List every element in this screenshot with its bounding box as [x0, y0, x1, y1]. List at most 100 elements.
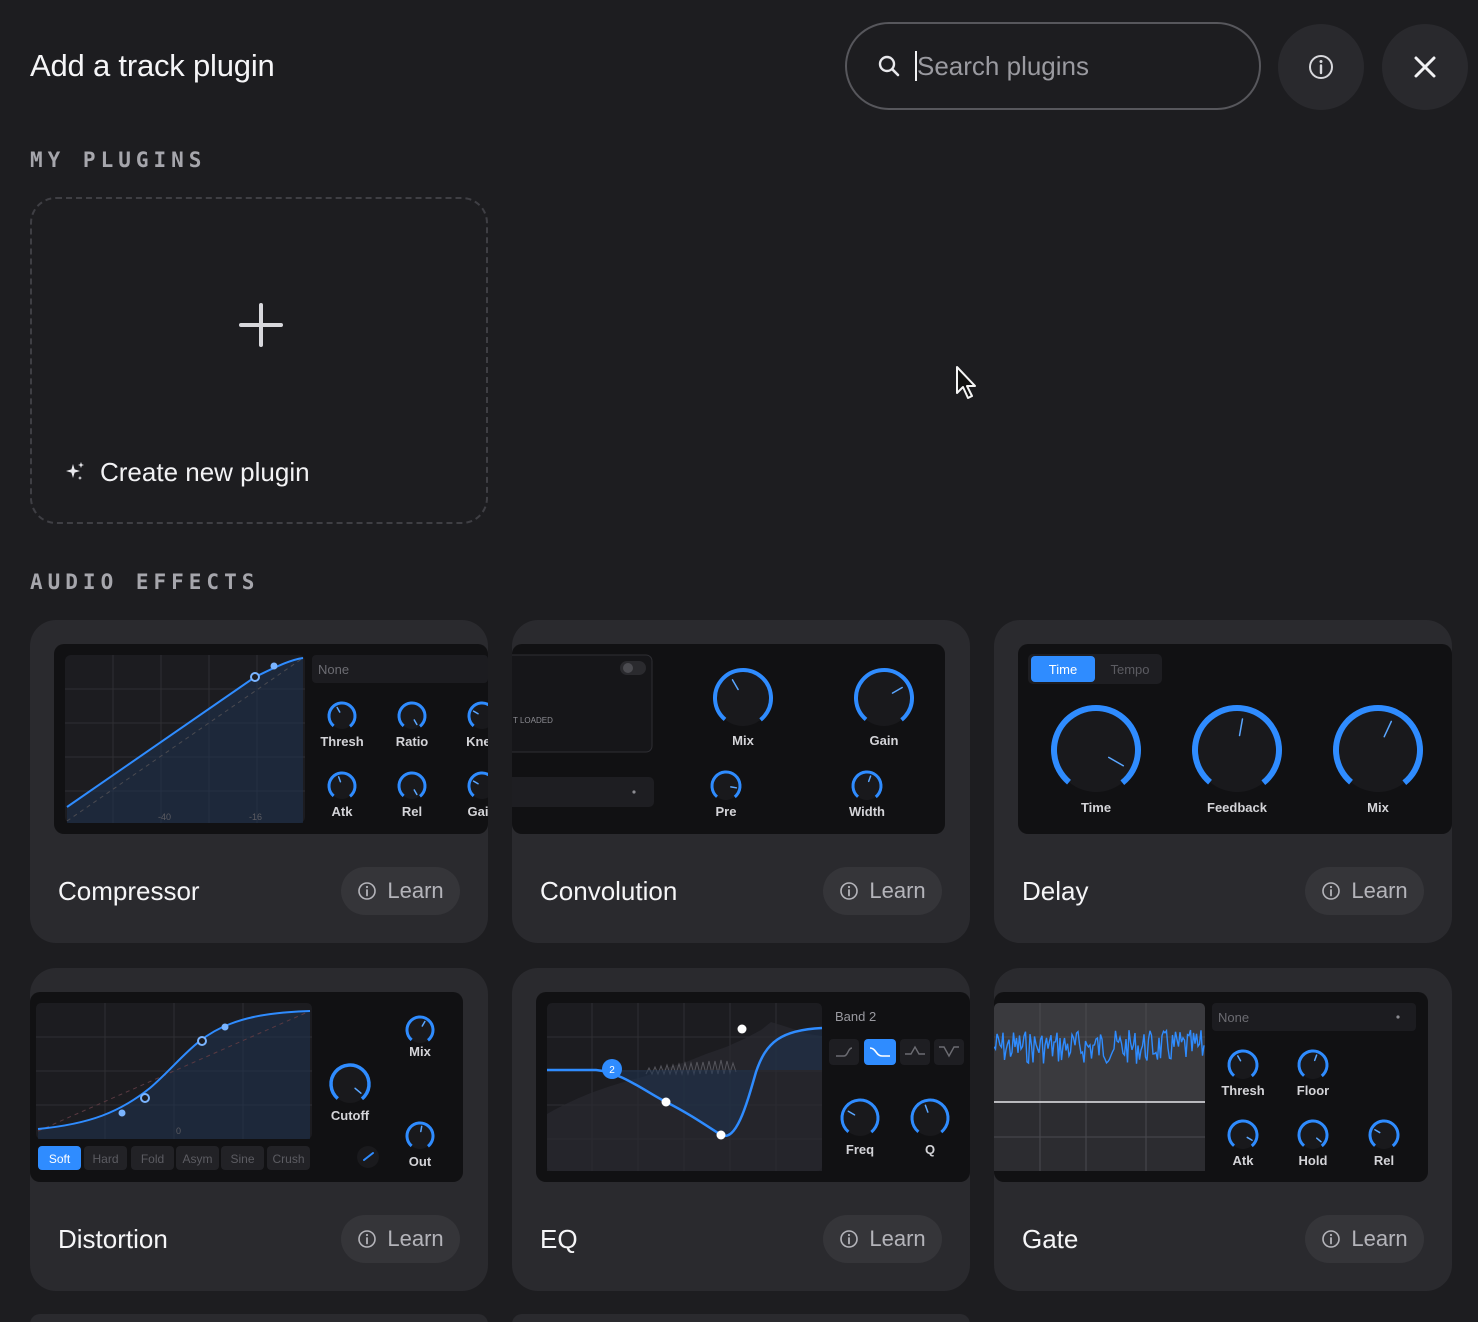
create-plugin-card[interactable]: Create new plugin — [30, 197, 488, 524]
page-title: Add a track plugin — [30, 48, 275, 83]
compressor-preview: -40 -16 None Thresh Ratio Knee Atk Rel Gain — [54, 644, 488, 834]
plugin-card-convolution[interactable]: T LOADED Mix Gain Pre Width Convolution Lea… — [512, 620, 970, 943]
learn-button-distortion[interactable]: Learn — [341, 1215, 460, 1263]
close-button[interactable] — [1382, 24, 1468, 110]
plugin-card-compressor[interactable]: -40 -16 None Thresh Ratio Knee Atk Rel Gain C… — [30, 620, 488, 943]
knob[interactable] — [464, 698, 488, 735]
distortion-mode-label: Soft — [49, 1152, 71, 1166]
eq-band-label: Band 2 — [835, 1009, 876, 1024]
plugin-name: EQ — [540, 1224, 578, 1254]
knob-label: Q — [925, 1142, 935, 1157]
learn-label: Learn — [387, 878, 444, 903]
knob[interactable] — [905, 1093, 956, 1144]
search-field[interactable]: Search plugins — [845, 22, 1261, 110]
knob-label: Floor — [1297, 1083, 1330, 1098]
delay-tab-tempo: Tempo — [1110, 662, 1149, 677]
close-icon — [1414, 56, 1436, 78]
section-heading-my-plugins: MY PLUGINS — [30, 148, 207, 172]
knob-label: Hold — [1299, 1153, 1328, 1168]
knob[interactable] — [1223, 1045, 1262, 1084]
knob[interactable] — [394, 768, 431, 805]
knob-label: Atk — [1233, 1153, 1255, 1168]
knob[interactable] — [324, 698, 361, 735]
knob-label: Mix — [409, 1044, 431, 1059]
compressor-tick-label: -16 — [249, 812, 262, 822]
plugin-card-delay[interactable]: Time Tempo Time Feedback Mix Delay Learn — [994, 620, 1452, 943]
knob[interactable] — [847, 766, 886, 805]
knob-label: Atk — [332, 804, 354, 819]
knob[interactable] — [402, 1012, 439, 1049]
knob-indicator — [420, 1125, 423, 1133]
knob-label: Gain — [468, 804, 488, 819]
knob[interactable] — [1178, 691, 1296, 809]
sparkle-icon — [66, 462, 84, 480]
search-input[interactable]: Search plugins — [917, 51, 1089, 82]
plugin-card-eq[interactable]: 2 Band 2 Freq Q EQ Learn — [512, 968, 970, 1291]
plugin-card-partial — [30, 1314, 488, 1322]
knob[interactable] — [706, 766, 745, 805]
plugin-card-distortion[interactable]: 0 Soft Hard Fold Asym Sine Crush Cutoff Mix Out… — [30, 968, 488, 1291]
plugin-card-partial — [512, 1314, 970, 1322]
knob-label: Out — [409, 1154, 432, 1169]
compressor-preset-select: None — [318, 662, 349, 677]
distortion-tick-label: 0 — [176, 1126, 181, 1136]
distortion-mode-label: Asym — [183, 1152, 213, 1166]
info-icon — [840, 1230, 859, 1248]
gate-preview: None Thresh Floor Atk Hold Rel — [994, 992, 1428, 1182]
plugin-name: Gate — [1022, 1224, 1079, 1254]
learn-label: Learn — [1351, 878, 1408, 903]
mouse-pointer-icon — [956, 366, 976, 399]
delay-preview: Time Tempo Time Feedback Mix — [1018, 644, 1452, 834]
knob-label: Thresh — [320, 734, 363, 749]
distortion-mode-label: Sine — [230, 1152, 254, 1166]
learn-button-gate[interactable]: Learn — [1305, 1215, 1424, 1263]
info-icon — [1309, 55, 1333, 79]
learn-button-convolution[interactable]: Learn — [823, 867, 942, 915]
knob-label: Gain — [870, 733, 899, 748]
knob-label: Rel — [1374, 1153, 1394, 1168]
knob-label: Freq — [846, 1142, 874, 1157]
plugin-name: Convolution — [540, 876, 678, 906]
search-icon — [878, 55, 900, 77]
knob[interactable] — [1037, 691, 1155, 809]
learn-button-eq[interactable]: Learn — [823, 1215, 942, 1263]
section-heading-audio-effects: AUDIO EFFECTS — [30, 570, 260, 594]
knob-label: Ratio — [396, 734, 429, 749]
knob[interactable] — [1293, 1115, 1332, 1154]
compressor-tick-label: -40 — [158, 812, 171, 822]
eq-band-marker: 2 — [609, 1065, 615, 1076]
learn-label: Learn — [869, 1226, 926, 1251]
info-icon — [358, 1230, 377, 1248]
knob[interactable] — [1223, 1115, 1262, 1154]
knob[interactable] — [394, 698, 431, 735]
knob-label: Rel — [402, 804, 422, 819]
learn-button-compressor[interactable]: Learn — [341, 867, 460, 915]
knob[interactable] — [845, 659, 924, 738]
plugin-name: Delay — [1022, 876, 1089, 906]
knob[interactable] — [1364, 1115, 1403, 1154]
knob-label: Cutoff — [331, 1108, 370, 1123]
distortion-preview: 0 Soft Hard Fold Asym Sine Crush Cutoff Mix Out — [30, 992, 463, 1182]
learn-label: Learn — [1351, 1226, 1408, 1251]
knob[interactable] — [1293, 1045, 1332, 1084]
info-icon — [1322, 882, 1341, 900]
knob-label: Mix — [732, 733, 754, 748]
plugin-name: Distortion — [58, 1224, 168, 1254]
info-icon — [840, 882, 859, 900]
knob[interactable] — [1319, 691, 1437, 809]
knob[interactable] — [324, 768, 361, 805]
knob[interactable] — [323, 1057, 377, 1111]
knob-label: Feedback — [1207, 800, 1268, 815]
distortion-mode-label: Crush — [272, 1152, 304, 1166]
knob[interactable] — [704, 659, 783, 738]
knob-label: Knee — [466, 734, 488, 749]
learn-button-delay[interactable]: Learn — [1305, 867, 1424, 915]
distortion-mode-label: Fold — [141, 1152, 164, 1166]
knob-label: Thresh — [1221, 1083, 1264, 1098]
knob[interactable] — [464, 768, 488, 805]
info-button[interactable] — [1278, 24, 1364, 110]
plugin-card-gate[interactable]: None Thresh Floor Atk Hold Rel Gate Learn — [994, 968, 1452, 1291]
knob[interactable] — [402, 1118, 439, 1155]
create-plugin-label: Create new plugin — [100, 457, 310, 487]
knob[interactable] — [835, 1093, 886, 1144]
